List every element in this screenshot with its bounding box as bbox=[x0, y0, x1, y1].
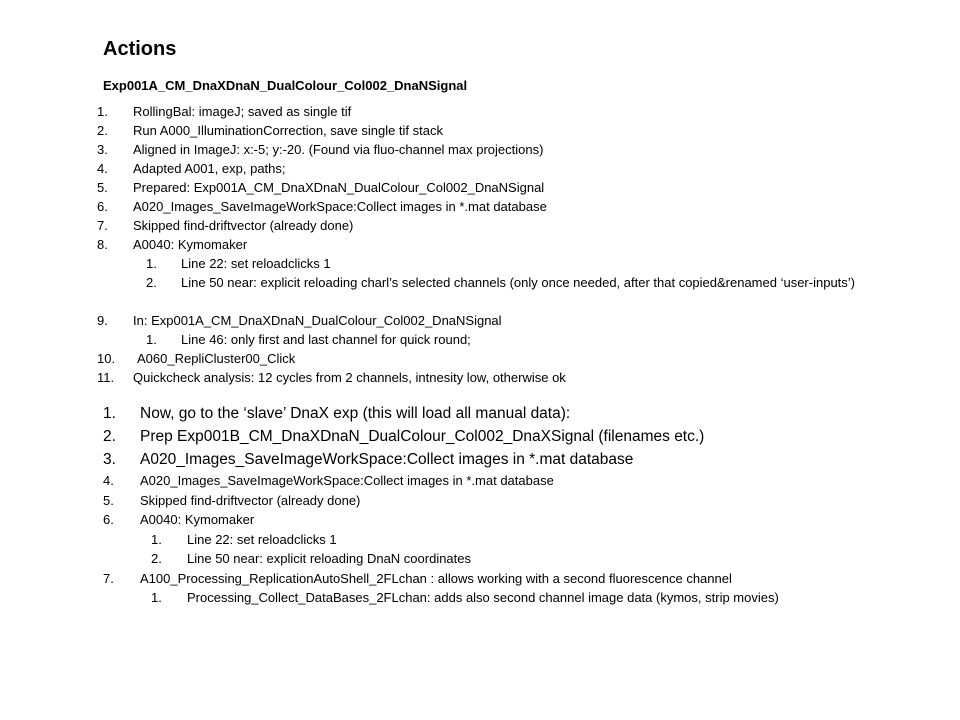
list-item: 3. A020_Images_SaveImageWorkSpace:Collec… bbox=[0, 448, 960, 471]
list-item-number: 2. bbox=[146, 275, 157, 290]
actions-list-2: 1. Now, go to the ‘slave’ DnaX exp (this… bbox=[0, 402, 960, 628]
list-item-number: 4. bbox=[103, 473, 114, 488]
list-item: 4. A020_Images_SaveImageWorkSpace:Collec… bbox=[0, 471, 960, 491]
list-item: 2. Prep Exp001B_CM_DnaXDnaN_DualColour_C… bbox=[0, 425, 960, 448]
list-item-text: A020_Images_SaveImageWorkSpace:Collect i… bbox=[140, 473, 554, 488]
list-item-text: Processing_Collect_DataBases_2FLchan: ad… bbox=[187, 590, 779, 605]
list-item-number: 7. bbox=[97, 218, 108, 233]
list-item-text: Adapted A001, exp, paths; bbox=[133, 161, 286, 176]
list-item: 3. Aligned in ImageJ: x:-5; y:-20. (Foun… bbox=[0, 140, 960, 159]
list-item-number: 6. bbox=[103, 512, 114, 527]
list-item-text: Line 22: set reloadclicks 1 bbox=[181, 256, 331, 271]
list-item-number: 6. bbox=[97, 199, 108, 214]
list-item-number: 5. bbox=[103, 492, 114, 508]
list-item-number: 4. bbox=[97, 161, 108, 176]
list-item-text: Aligned in ImageJ: x:-5; y:-20. (Found v… bbox=[133, 142, 544, 157]
sub-list-item: 1. Line 46: only first and last channel … bbox=[0, 330, 960, 349]
list-item: 6. A0040: Kymomaker bbox=[0, 510, 960, 530]
list-item-number: 1. bbox=[151, 590, 162, 605]
list-item: 4. Adapted A001, exp, paths; bbox=[0, 159, 960, 178]
list-item-number: 9. bbox=[97, 313, 108, 328]
list-item-text: A0040: Kymomaker bbox=[140, 512, 255, 527]
list-item-number: 2. bbox=[103, 428, 116, 445]
list-item: 1. Now, go to the ‘slave’ DnaX exp (this… bbox=[0, 402, 960, 425]
list-item: 5. Skipped find-driftvector (already don… bbox=[0, 491, 960, 511]
list-item-number: 2. bbox=[151, 551, 162, 566]
list-item-number: 8. bbox=[97, 237, 108, 252]
list-item: 5. Prepared: Exp001A_CM_DnaXDnaN_DualCol… bbox=[0, 178, 960, 197]
list-item: 7. Skipped find-driftvector (already don… bbox=[0, 216, 960, 235]
list-item-text: Prepared: Exp001A_CM_DnaXDnaN_DualColour… bbox=[133, 180, 545, 195]
list-item-text: A020_Images_SaveImageWorkSpace:Collect i… bbox=[140, 451, 634, 468]
list-item-number: 3. bbox=[97, 142, 108, 157]
list-item-text: A020_Images_SaveImageWorkSpace:Collect i… bbox=[133, 199, 547, 214]
list-item: 1. RollingBal: imageJ; saved as single t… bbox=[0, 102, 960, 121]
list-item-number: 1. bbox=[103, 405, 116, 422]
list-item-number: 7. bbox=[103, 570, 114, 586]
list-item-number: 5. bbox=[97, 180, 108, 195]
list-item-text: Skipped find-driftvector (already done) bbox=[140, 492, 361, 508]
list-item-number: 1. bbox=[146, 256, 157, 271]
list-item: 6. A020_Images_SaveImageWorkSpace:Collec… bbox=[0, 197, 960, 216]
list-item-text: A060_RepliCluster00_Click bbox=[137, 351, 296, 366]
list-item-number: 1. bbox=[146, 332, 157, 347]
list-item-text: Quickcheck analysis: 12 cycles from 2 ch… bbox=[133, 370, 566, 385]
list-item-text: Line 46: only first and last channel for… bbox=[181, 332, 471, 347]
list-item-text: Line 50 near: explicit reloading charl’s… bbox=[181, 275, 856, 290]
list-item: 2. Run A000_IlluminationCorrection, save… bbox=[0, 121, 960, 140]
sub-list-item: 1. Processing_Collect_DataBases_2FLchan:… bbox=[0, 588, 960, 628]
list-item: 11. Quickcheck analysis: 12 cycles from … bbox=[0, 368, 960, 387]
list-item-text: Skipped find-driftvector (already done) bbox=[133, 218, 354, 233]
list-item-text: Line 22: set reloadclicks 1 bbox=[187, 531, 337, 547]
list-item-text: Now, go to the ‘slave’ DnaX exp (this wi… bbox=[140, 405, 571, 422]
slide-title: Actions bbox=[103, 38, 177, 60]
list-item-text: A100_Processing_ReplicationAutoShell_2FL… bbox=[140, 570, 732, 586]
sub-list-item: 1. Line 22: set reloadclicks 1 bbox=[0, 530, 960, 550]
list-item: 8. A0040: Kymomaker bbox=[0, 235, 960, 254]
list-item-number: 3. bbox=[103, 451, 116, 468]
list-item-text: Run A000_IlluminationCorrection, save si… bbox=[133, 123, 443, 138]
list-item-number: 2. bbox=[97, 123, 108, 138]
list-item-text: A0040: Kymomaker bbox=[133, 237, 248, 252]
list-item-text: RollingBal: imageJ; saved as single tif bbox=[133, 104, 352, 119]
list-item-number: 1. bbox=[151, 531, 162, 547]
list-item-text: In: Exp001A_CM_DnaXDnaN_DualColour_Col00… bbox=[133, 313, 502, 328]
list-item-text: Line 50 near: explicit reloading DnaN co… bbox=[187, 551, 472, 566]
list-item-text: Prep Exp001B_CM_DnaXDnaN_DualColour_Col0… bbox=[140, 428, 705, 445]
list-item: 7. A100_Processing_ReplicationAutoShell_… bbox=[0, 569, 960, 589]
slide-subtitle: Exp001A_CM_DnaXDnaN_DualColour_Col002_Dn… bbox=[103, 78, 468, 93]
slide: Actions Exp001A_CM_DnaXDnaN_DualColour_C… bbox=[0, 0, 960, 720]
sub-list-item: 1. Line 22: set reloadclicks 1 bbox=[0, 254, 960, 273]
list-item: 9. In: Exp001A_CM_DnaXDnaN_DualColour_Co… bbox=[0, 311, 960, 330]
list-item-number: 10. bbox=[97, 351, 116, 366]
list-item-number: 11. bbox=[97, 370, 115, 385]
actions-list-1: 1. RollingBal: imageJ; saved as single t… bbox=[0, 102, 960, 387]
list-item-number: 1. bbox=[97, 104, 108, 119]
sub-list-item: 2. Line 50 near: explicit reloading char… bbox=[0, 273, 960, 311]
list-item: 10. A060_RepliCluster00_Click bbox=[0, 349, 960, 368]
sub-list-item: 2. Line 50 near: explicit reloading DnaN… bbox=[0, 549, 960, 569]
